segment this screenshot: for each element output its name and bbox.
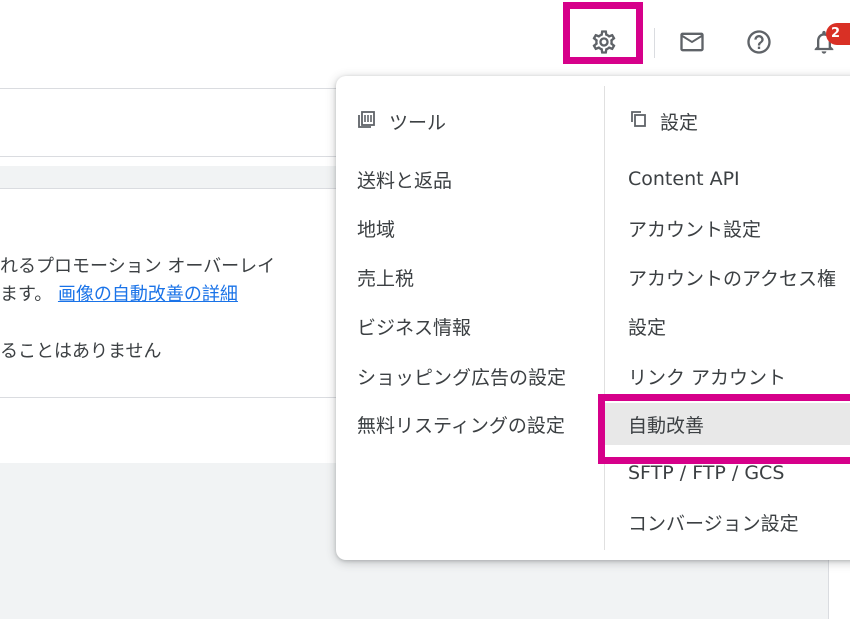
background-description-prefix: ます。 (0, 284, 53, 305)
menu-item-sales-tax[interactable]: 売上税 (357, 256, 597, 298)
background-description-line: れるプロモーション オーバーレイ (0, 256, 276, 277)
background-description-line: ます。 画像の自動改善の詳細 (0, 280, 238, 306)
menu-item-account-settings[interactable]: アカウント設定 (628, 207, 850, 249)
settings-copy-icon (628, 109, 660, 134)
menu-item-business-info[interactable]: ビジネス情報 (357, 305, 597, 347)
mail-icon (678, 28, 706, 56)
menu-item-free-listings-settings[interactable]: 無料リスティングの設定 (357, 403, 597, 445)
tools-icon (357, 109, 389, 134)
menu-item-content-api[interactable]: Content API (628, 158, 850, 200)
menu-column-divider (604, 86, 605, 550)
tools-heading-label: ツール (389, 111, 447, 134)
background-side-panel (828, 560, 850, 619)
menu-item-regions[interactable]: 地域 (357, 207, 597, 249)
background-description-line: ることはありません (0, 341, 162, 362)
help-button[interactable] (739, 22, 779, 62)
menu-item-conversion-settings[interactable]: コンバージョン設定 (628, 501, 850, 543)
settings-dropdown-menu: ツール 送料と返品 地域 売上税 ビジネス情報 ショッピング広告の設定 無料リス… (336, 76, 850, 560)
settings-heading: 設定 (628, 106, 698, 136)
menu-item-shopping-ads-settings[interactable]: ショッピング広告の設定 (357, 355, 597, 397)
menu-item-shipping-returns[interactable]: 送料と返品 (357, 158, 597, 200)
automatic-improvements-highlight-box (598, 394, 850, 464)
mail-button[interactable] (672, 22, 712, 62)
help-icon (745, 28, 773, 56)
header-divider (654, 28, 655, 58)
menu-item-account-access[interactable]: アカウントのアクセス権 (628, 256, 850, 298)
settings-highlight-box (563, 2, 643, 64)
notification-count-badge: 2 (826, 23, 850, 45)
menu-item-linked-accounts[interactable]: リンク アカウント (628, 355, 850, 397)
auto-improve-details-link[interactable]: 画像の自動改善の詳細 (58, 284, 238, 305)
tools-heading: ツール (357, 106, 446, 136)
top-app-bar: 2 (0, 0, 850, 74)
settings-heading-label: 設定 (660, 111, 699, 134)
menu-item-preferences[interactable]: 設定 (628, 305, 850, 347)
merchant-center-page: れるプロモーション オーバーレイ ます。 画像の自動改善の詳細 ることはありませ… (0, 0, 850, 619)
